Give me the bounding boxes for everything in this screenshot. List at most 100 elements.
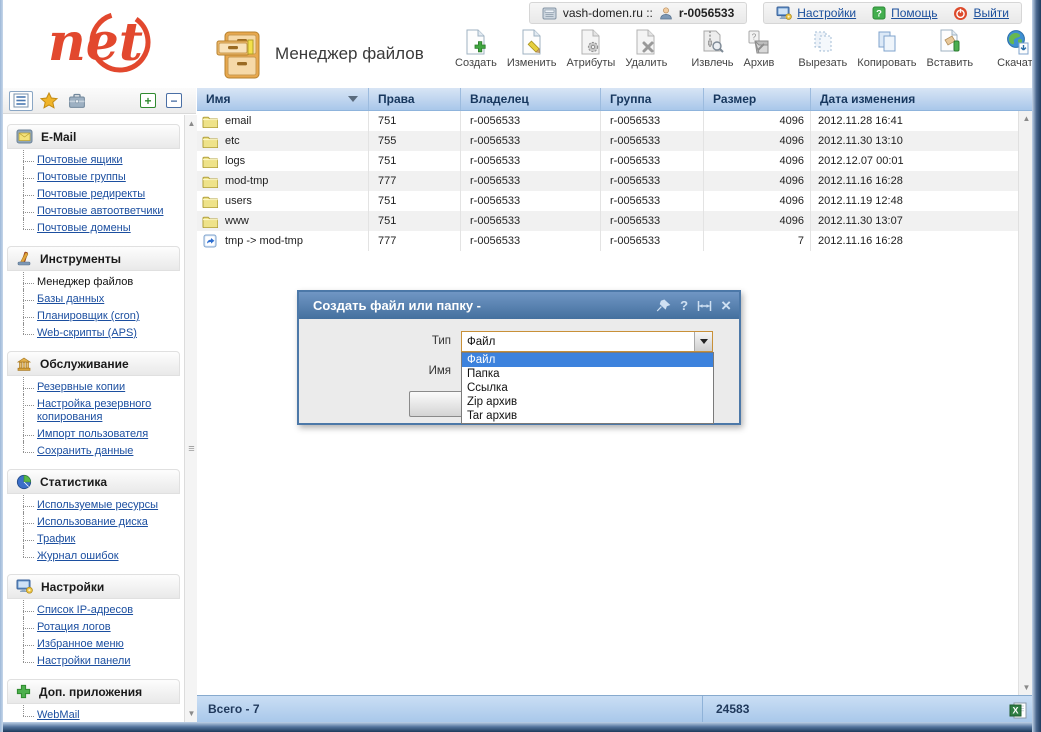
column-header-group[interactable]: Группа [601, 88, 704, 110]
sidebar-item-autoresponders[interactable]: Почтовые автоответчики [37, 205, 163, 217]
table-scrollbar[interactable]: ▲ ▼ [1018, 111, 1033, 695]
sidebar-item-disk-usage[interactable]: Использование диска [37, 516, 148, 528]
delete-button[interactable]: Удалить [620, 28, 672, 69]
file-date: 2012.11.19 12:48 [811, 191, 1018, 211]
dialog-header[interactable]: Создать файл или папку - ? × [299, 292, 739, 319]
sidebar-item-favorites-menu[interactable]: Избранное меню [37, 638, 124, 650]
scrollbar-grip[interactable]: ≡ [185, 445, 198, 453]
net-logo[interactable]: net [26, 4, 176, 82]
dropdown-option-folder[interactable]: Папка [462, 367, 713, 381]
sidebar-item-web-scripts[interactable]: Web-скрипты (APS) [37, 327, 137, 339]
column-header-date[interactable]: Дата изменения [811, 88, 1033, 110]
folder-icon [202, 115, 218, 128]
resize-icon[interactable] [697, 300, 712, 312]
file-perms: 751 [369, 111, 461, 131]
status-size-total: 24583 [703, 696, 1033, 722]
create-button[interactable]: Создать [450, 28, 502, 69]
file-name: www [225, 215, 249, 227]
list-view-button[interactable] [9, 91, 33, 111]
sidebar-section-email[interactable]: E-Mail [7, 124, 180, 149]
table-row[interactable]: logs 751 r-0056533 r-0056533 4096 2012.1… [197, 151, 1018, 171]
sidebar-item-webmail[interactable]: WebMail [37, 709, 80, 721]
settings-link[interactable]: Настройки [797, 6, 856, 20]
help-link[interactable]: Помощь [891, 6, 937, 20]
file-group: r-0056533 [601, 211, 704, 231]
table-row[interactable]: email 751 r-0056533 r-0056533 4096 2012.… [197, 111, 1018, 131]
sidebar-section-addons[interactable]: Доп. приложения [7, 679, 180, 704]
sidebar-item-databases[interactable]: Базы данных [37, 293, 104, 305]
sidebar-scrollbar[interactable]: ▲ ≡ ▼ [184, 115, 197, 722]
extract-button[interactable]: Извлечь [686, 28, 738, 69]
dropdown-option-file[interactable]: Файл [462, 353, 713, 367]
sidebar-section-settings[interactable]: Настройки [7, 574, 180, 599]
copy-button[interactable]: Копировать [852, 28, 921, 69]
column-header-size[interactable]: Размер [704, 88, 811, 110]
sidebar-section-statistics[interactable]: Статистика [7, 469, 180, 494]
sidebar-item-cron[interactable]: Планировщик (cron) [37, 310, 140, 322]
table-row[interactable]: tmp -> mod-tmp 777 r-0056533 r-0056533 7… [197, 231, 1018, 251]
settings-icon [776, 6, 792, 20]
excel-export-button[interactable]: X [1009, 700, 1028, 719]
sidebar-item-traffic[interactable]: Трафик [37, 533, 75, 545]
table-row[interactable]: mod-tmp 777 r-0056533 r-0056533 4096 201… [197, 171, 1018, 191]
favorites-star-icon [40, 92, 58, 109]
type-select[interactable]: Файл [461, 331, 713, 352]
addons-plus-icon [16, 684, 31, 699]
sidebar-item-backup-settings[interactable]: Настройка резервного копирования [37, 398, 151, 423]
top-link-settings[interactable]: Настройки [776, 6, 856, 20]
sidebar-item-resources[interactable]: Используемые ресурсы [37, 499, 158, 511]
archive-button[interactable]: ? Архив [739, 28, 780, 69]
column-header-name[interactable]: Имя [197, 88, 369, 110]
pin-icon[interactable] [656, 299, 671, 312]
download-icon [1005, 28, 1031, 56]
table-row[interactable]: users 751 r-0056533 r-0056533 4096 2012.… [197, 191, 1018, 211]
column-header-perms[interactable]: Права [369, 88, 461, 110]
sidebar-item-file-manager[interactable]: Менеджер файлов [37, 276, 133, 288]
sidebar-section-maintenance[interactable]: Обслуживание [7, 351, 180, 376]
dropdown-option-zip[interactable]: Zip архив [462, 395, 713, 409]
sidebar-item-mailredirects[interactable]: Почтовые редиректы [37, 188, 145, 200]
sidebar-item-log-rotation[interactable]: Ротация логов [37, 621, 111, 633]
maintenance-icon [16, 356, 32, 372]
favorites-button[interactable] [37, 91, 61, 111]
cut-button[interactable]: Вырезать [793, 28, 852, 69]
sidebar-item-mailgroups[interactable]: Почтовые группы [37, 171, 126, 183]
select-dropdown-button[interactable] [694, 332, 712, 351]
cut-icon [810, 28, 836, 56]
dialog-title: Создать файл или папку - [313, 298, 647, 313]
sidebar-item-mailboxes[interactable]: Почтовые ящики [37, 154, 123, 166]
list-item: Web-скрипты (APS) [21, 325, 184, 342]
top-link-logout[interactable]: Выйти [953, 6, 1009, 21]
top-link-help[interactable]: ? Помощь [872, 6, 937, 20]
sidebar-item-user-import[interactable]: Импорт пользователя [37, 428, 148, 440]
toolbox-button[interactable] [65, 91, 89, 111]
sidebar-section-tools[interactable]: Инструменты [7, 246, 180, 271]
sidebar-item-backups[interactable]: Резервные копии [37, 381, 125, 393]
svg-text:?: ? [876, 8, 882, 19]
sidebar-item-save-data[interactable]: Сохранить данные [37, 445, 133, 457]
collapse-all-button[interactable]: − [166, 93, 182, 108]
dropdown-option-link[interactable]: Ссылка [462, 381, 713, 395]
chevron-down-icon [700, 339, 708, 344]
file-name: email [225, 115, 251, 127]
list-item: Резервные копии [21, 379, 184, 396]
toolbar: Создать Изменить Атрибуты Удалить Извлеч… [450, 28, 1041, 69]
table-row[interactable]: etc 755 r-0056533 r-0056533 4096 2012.11… [197, 131, 1018, 151]
section-title: Статистика [40, 475, 107, 489]
sidebar-item-ip-list[interactable]: Список IP-адресов [37, 604, 133, 616]
sidebar-item-panel-settings[interactable]: Настройки панели [37, 655, 130, 667]
table-row[interactable]: www 751 r-0056533 r-0056533 4096 2012.11… [197, 211, 1018, 231]
logout-link[interactable]: Выйти [973, 6, 1009, 20]
attributes-button[interactable]: Атрибуты [561, 28, 620, 69]
column-header-owner[interactable]: Владелец [461, 88, 601, 110]
dropdown-option-tar[interactable]: Tar архив [462, 409, 713, 423]
file-size: 4096 [704, 171, 811, 191]
paste-button[interactable]: Вставить [922, 28, 979, 69]
file-perms: 777 [369, 231, 461, 251]
expand-all-button[interactable]: + [140, 93, 156, 108]
close-icon[interactable]: × [721, 297, 731, 314]
edit-button[interactable]: Изменить [502, 28, 562, 69]
sidebar-item-maildomains[interactable]: Почтовые домены [37, 222, 131, 234]
sidebar-item-error-log[interactable]: Журнал ошибок [37, 550, 119, 562]
dialog-help-icon[interactable]: ? [680, 299, 688, 312]
